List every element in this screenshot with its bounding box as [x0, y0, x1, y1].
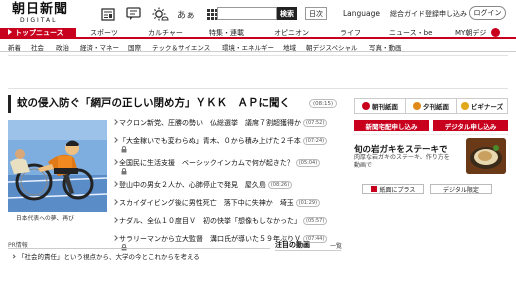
top-news-photo[interactable] — [8, 120, 107, 212]
subnav-economy[interactable]: 経済・マネー — [80, 42, 119, 52]
news-time: (07:52) — [303, 119, 328, 127]
news-time: (08:26) — [267, 181, 293, 189]
news-title: 登山中の男女２人か、心肺停止で発見 屋久島 — [119, 181, 266, 189]
triangle-icon — [8, 29, 12, 35]
tab-label: MY朝デジ — [455, 29, 487, 37]
chevron-right-icon — [11, 254, 16, 259]
news-time: (05:57) — [303, 217, 328, 225]
news-item[interactable]: 登山中の男女２人か、心肺停止で発見 屋久島 (08:26) — [113, 180, 343, 198]
lock-icon — [121, 146, 127, 153]
lock-icon — [121, 168, 127, 175]
tab-label: ビギナーズ — [470, 103, 504, 111]
pr-text: 「社会的責任」という視点から、大学の今とこれからを考える — [18, 253, 200, 261]
evening-paper-icon — [413, 102, 421, 110]
tab-label: 夕刊紙面 — [423, 103, 449, 111]
subnav-special[interactable]: 朝デジスペシャル — [306, 42, 358, 52]
news-title: 「大金稼いでも変わらぬ」青木、０から積み上げた２千本 — [119, 137, 301, 145]
login-button[interactable]: ログイン — [469, 6, 506, 20]
search-input[interactable] — [217, 7, 277, 20]
news-item[interactable]: 全国民に生活支援 ベーシックインカムで何が起きた？ (05:04) — [113, 158, 343, 180]
subnav-international[interactable]: 国際 — [128, 42, 141, 52]
register-link[interactable]: 登録申し込み — [425, 9, 467, 19]
digital-limited-button[interactable]: デジタル限定 — [430, 184, 492, 194]
search-button[interactable]: 検索 — [277, 7, 297, 20]
news-item[interactable]: マクロン新党、圧勝の勢い 仏総選挙 議席７割超獲得か (07:52) — [113, 118, 343, 136]
tab-morning-paper[interactable]: 朝刊紙面 — [355, 99, 406, 113]
tab-sports[interactable]: スポーツ — [90, 28, 118, 39]
top-headline[interactable]: 蚊の侵入防ぐ「網戸の正しい閉め方」ＹＫＫ ＡＰに聞く (08:15) — [8, 95, 346, 113]
news-item[interactable]: ナダル、全仏１０度目Ｖ 初の快挙「想像もしなかった」 (05:57) — [113, 216, 343, 234]
tab-opinion[interactable]: オピニオン — [274, 28, 309, 39]
news-title: 全国民に生活支援 ベーシックインカムで何が起きた？ — [119, 159, 294, 167]
pr-link[interactable]: 「社会的責任」という視点から、大学の今とこれからを考える — [11, 251, 200, 261]
news-title: サラリーマンから立大監督 溝口氏が導いた５９年ぶりＶ — [119, 235, 301, 243]
subnav-society[interactable]: 社会 — [31, 42, 44, 52]
promo-image — [466, 138, 506, 174]
news-title: マクロン新党、圧勝の勢い 仏総選挙 議席７割超獲得か — [119, 119, 301, 127]
tab-news-be[interactable]: ニュース・be — [389, 28, 432, 39]
subnav-environment[interactable]: 環境・エネルギー — [222, 42, 274, 52]
tab-features[interactable]: 特集・連載 — [209, 28, 244, 39]
subnav-tech[interactable]: テック＆サイエンス — [152, 42, 210, 52]
digital-signup-button[interactable]: デジタル申し込み — [433, 120, 508, 131]
tab-top-news[interactable]: トップニュース — [0, 28, 76, 39]
headline-text: 蚊の侵入防ぐ「網戸の正しい閉め方」ＹＫＫ ＡＰに聞く — [17, 97, 290, 109]
tab-culture[interactable]: カルチャー — [148, 28, 183, 39]
message-icon[interactable] — [124, 6, 144, 23]
tab-label: 朝刊紙面 — [372, 103, 398, 111]
paper-plus-button[interactable]: 紙面にプラス — [362, 184, 424, 194]
sub-nav: 新着 社会 政治 経済・マネー 国際 テック＆サイエンス 環境・エネルギー 地域… — [0, 41, 516, 52]
paper-tabs: 朝刊紙面 夕刊紙面 ビギナーズ — [354, 98, 508, 114]
tab-beginners[interactable]: ビギナーズ — [457, 99, 507, 113]
headline-time: (08:15) — [309, 99, 338, 108]
subnav-new[interactable]: 新着 — [8, 42, 21, 52]
tab-my-asadigi[interactable]: MY朝デジ — [455, 28, 500, 39]
font-size-icon[interactable]: あぁ — [176, 6, 196, 23]
news-time: (07:24) — [302, 137, 328, 145]
news-title: スカイダイビング後に男性死亡 落下中に失神か 埼玉 — [119, 199, 294, 207]
newspaper-icon[interactable] — [98, 6, 118, 23]
morning-paper-icon — [362, 102, 370, 110]
language-link[interactable]: Language — [343, 9, 380, 18]
news-list: マクロン新党、圧勝の勢い 仏総選挙 議席７割超獲得か (07:52) 「大金稼いで… — [113, 118, 343, 256]
ad-banner-area — [8, 55, 508, 89]
movies-title: 注目の動画 — [275, 241, 310, 249]
photo-caption: 日本代表への夢、再び — [16, 216, 74, 222]
pr-divider — [8, 248, 270, 249]
promo-card[interactable]: 旬の岩ガキをステーキで 肉厚な岩ガキのステーキ、作り方を動画で — [354, 134, 508, 176]
subnav-politics[interactable]: 政治 — [56, 42, 69, 52]
movies-divider — [275, 250, 341, 251]
guide-link[interactable]: 総合ガイド — [390, 9, 425, 19]
news-item[interactable]: 「大金稼いでも変わらぬ」青木、０から積み上げた２千本 (07:24) — [113, 136, 343, 158]
user-avatar-icon — [490, 28, 500, 37]
news-item[interactable]: スカイダイビング後に男性死亡 落下中に失神か 埼玉 (01:29) — [113, 198, 343, 216]
tab-life[interactable]: ライフ — [340, 28, 361, 39]
news-time: (05:04) — [295, 159, 321, 167]
site-logo[interactable]: 朝日新聞 DIGITAL — [12, 2, 70, 25]
tab-label: トップニュース — [15, 29, 64, 37]
header-tool-icons: あぁ — [98, 5, 222, 23]
logo-main-text: 朝日新聞 — [12, 2, 69, 17]
button-label: 紙面にプラス — [379, 186, 416, 194]
promo-text: 肉厚な岩ガキのステーキ、作り方を動画で — [354, 154, 450, 169]
main-nav: トップニュース スポーツ カルチャー 特集・連載 オピニオン ライフ ニュース・… — [0, 28, 516, 39]
news-time: (01:29) — [295, 199, 321, 207]
weather-icon[interactable] — [150, 6, 170, 23]
date-button[interactable]: 日次 — [305, 7, 327, 20]
movies-list-link[interactable]: 一覧 — [330, 241, 342, 250]
site-header: 朝日新聞 DIGITAL あぁ 検索 日次 Language 総合ガイド 登録申… — [0, 0, 516, 28]
business-icon — [460, 102, 469, 110]
subnav-region[interactable]: 地域 — [283, 42, 296, 52]
newspaper-delivery-button[interactable]: 新聞宅配申し込み — [354, 120, 429, 131]
tab-evening-paper[interactable]: 夕刊紙面 — [406, 99, 457, 113]
logo-sub-text: DIGITAL — [20, 17, 58, 24]
subnav-photo-video[interactable]: 写真・動画 — [369, 42, 402, 52]
plus-icon — [370, 186, 377, 192]
news-title: ナダル、全仏１０度目Ｖ 初の快挙「想像もしなかった」 — [119, 217, 301, 225]
